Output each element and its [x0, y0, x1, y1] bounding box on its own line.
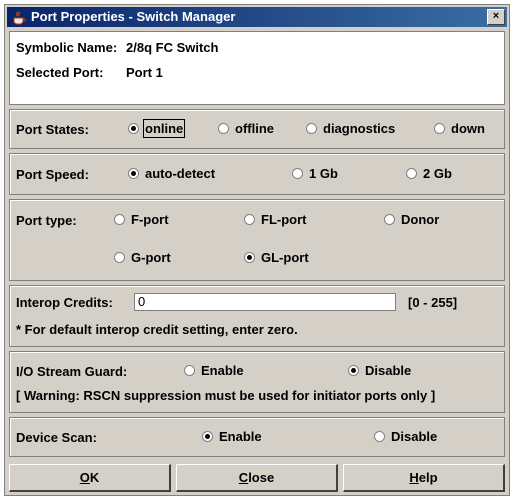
radio-unselected-icon: [306, 123, 317, 134]
port-info-panel: Symbolic Name: 2/8q FC Switch Selected P…: [9, 31, 505, 105]
radio-label: Disable: [391, 429, 438, 444]
close-button[interactable]: Close: [176, 464, 338, 492]
help-label-rest: elp: [418, 470, 438, 485]
port-type-gl-radio[interactable]: GL-port: [244, 250, 309, 265]
radio-label: down: [451, 121, 485, 136]
close-mnemonic: C: [238, 470, 249, 485]
radio-unselected-icon: [292, 168, 303, 179]
device-scan-label: Device Scan:: [16, 430, 97, 445]
radio-label: diagnostics: [323, 121, 396, 136]
radio-unselected-icon: [244, 214, 255, 225]
radio-label: auto-detect: [145, 166, 216, 181]
radio-label: Enable: [201, 363, 244, 378]
port-states-panel: Port States: online offline diagnostics …: [9, 109, 505, 149]
symbolic-name-value: 2/8q FC Switch: [126, 40, 219, 55]
interop-credits-panel: Interop Credits: 0 [0 - 255] * For defau…: [9, 285, 505, 347]
help-mnemonic: H: [409, 470, 419, 485]
port-speed-1gb-radio[interactable]: 1 Gb: [292, 166, 338, 181]
radio-label: FL-port: [261, 212, 307, 227]
radio-label: 1 Gb: [309, 166, 338, 181]
radio-unselected-icon: [434, 123, 445, 134]
port-type-g-radio[interactable]: G-port: [114, 250, 171, 265]
port-states-label: Port States:: [16, 122, 89, 137]
port-type-panel: Port type: F-port FL-port Donor G-port G…: [9, 199, 505, 281]
window-title: Port Properties - Switch Manager: [31, 9, 236, 24]
radio-label: Disable: [365, 363, 412, 378]
selected-port-value: Port 1: [126, 65, 163, 80]
radio-selected-icon: [128, 168, 139, 179]
port-properties-dialog: Port Properties - Switch Manager × Symbo…: [4, 4, 510, 496]
radio-unselected-icon: [114, 214, 125, 225]
ok-mnemonic: O: [79, 470, 90, 485]
interop-credits-note: * For default interop credit setting, en…: [16, 322, 298, 337]
radio-label: 2 Gb: [423, 166, 452, 181]
port-state-down-radio[interactable]: down: [434, 121, 485, 136]
io-stream-guard-panel: I/O Stream Guard: Enable Disable [ Warni…: [9, 351, 505, 413]
port-type-f-radio[interactable]: F-port: [114, 212, 169, 227]
port-speed-panel: Port Speed: auto-detect 1 Gb 2 Gb: [9, 153, 505, 195]
radio-label: Enable: [219, 429, 262, 444]
io-stream-guard-disable-radio[interactable]: Disable: [348, 363, 411, 378]
rscn-warning: [ Warning: RSCN suppression must be used…: [16, 388, 436, 403]
close-window-button[interactable]: ×: [487, 9, 505, 25]
title-bar[interactable]: Port Properties - Switch Manager ×: [7, 7, 507, 27]
radio-label: Donor: [401, 212, 440, 227]
radio-label: GL-port: [261, 250, 309, 265]
ok-button[interactable]: OK: [9, 464, 171, 492]
radio-unselected-icon: [114, 252, 125, 263]
interop-credits-input[interactable]: 0: [134, 293, 396, 311]
radio-label: G-port: [131, 250, 171, 265]
port-state-diagnostics-radio[interactable]: diagnostics: [306, 121, 395, 136]
io-stream-guard-enable-radio[interactable]: Enable: [184, 363, 244, 378]
radio-unselected-icon: [218, 123, 229, 134]
ok-label-rest: K: [89, 470, 100, 485]
close-label-rest: lose: [248, 470, 275, 485]
device-scan-enable-radio[interactable]: Enable: [202, 429, 262, 444]
interop-credits-range: [0 - 255]: [408, 295, 458, 310]
port-type-label: Port type:: [16, 213, 77, 228]
port-speed-label: Port Speed:: [16, 167, 89, 182]
radio-selected-icon: [348, 365, 359, 376]
port-type-fl-radio[interactable]: FL-port: [244, 212, 306, 227]
port-speed-2gb-radio[interactable]: 2 Gb: [406, 166, 452, 181]
port-state-online-radio[interactable]: online: [128, 119, 186, 138]
radio-selected-icon: [244, 252, 255, 263]
port-type-donor-radio[interactable]: Donor: [384, 212, 439, 227]
radio-selected-icon: [128, 123, 139, 134]
io-stream-guard-label: I/O Stream Guard:: [16, 364, 128, 379]
radio-unselected-icon: [384, 214, 395, 225]
help-button[interactable]: Help: [343, 464, 505, 492]
radio-unselected-icon: [406, 168, 417, 179]
radio-label: offline: [235, 121, 274, 136]
device-scan-disable-radio[interactable]: Disable: [374, 429, 437, 444]
device-scan-panel: Device Scan: Enable Disable: [9, 417, 505, 457]
radio-unselected-icon: [374, 431, 385, 442]
port-state-offline-radio[interactable]: offline: [218, 121, 274, 136]
radio-label: F-port: [131, 212, 169, 227]
radio-unselected-icon: [184, 365, 195, 376]
port-speed-auto-radio[interactable]: auto-detect: [128, 166, 215, 181]
selected-port-label: Selected Port:: [16, 65, 104, 80]
close-icon: ×: [492, 10, 500, 22]
symbolic-name-label: Symbolic Name:: [16, 40, 118, 55]
radio-selected-icon: [202, 431, 213, 442]
java-cup-icon: [13, 11, 26, 25]
interop-credits-label: Interop Credits:: [16, 295, 113, 310]
radio-label: online: [142, 119, 186, 138]
